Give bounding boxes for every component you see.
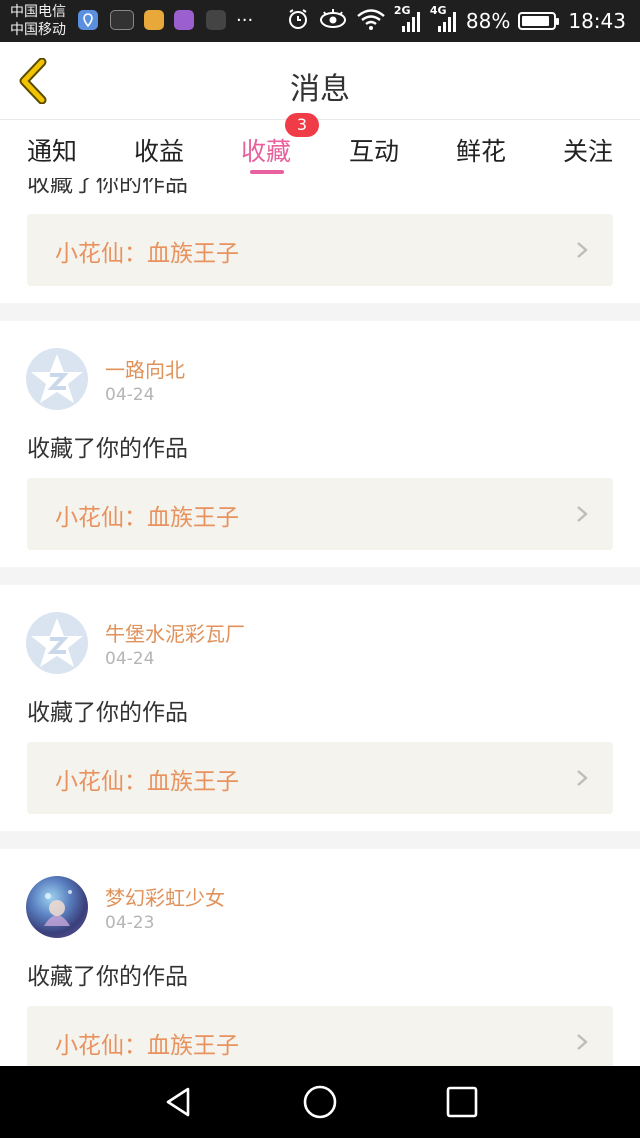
tab-favorites[interactable]: 收藏 <box>226 132 306 168</box>
message-date: 04-24 <box>105 385 155 405</box>
system-navigation-bar <box>0 1066 640 1138</box>
alarm-icon <box>286 7 310 36</box>
photo-app-icon <box>206 10 226 30</box>
username[interactable]: 牛堡水泥彩瓦厂 <box>105 618 245 647</box>
chevron-right-icon <box>577 506 588 522</box>
username[interactable]: 梦幻彩虹少女 <box>105 882 225 911</box>
chevron-right-icon <box>577 242 588 258</box>
message-date: 04-23 <box>105 913 155 933</box>
battery-percent: 88% <box>465 9 511 33</box>
tab-notifications[interactable]: 通知 <box>12 132 92 168</box>
status-bar: 中国电信 中国移动 ··· 2G 4G 88% 18:43 <box>0 0 640 42</box>
message-card: 收藏了你的作品 小花仙：血族王子 <box>0 178 640 303</box>
square-recents-icon <box>446 1086 478 1118</box>
message-date: 04-24 <box>105 649 155 669</box>
page-title: 消息 <box>290 72 350 107</box>
message-action: 收藏了你的作品 <box>27 436 188 462</box>
chevron-right-icon <box>577 770 588 786</box>
location-app-icon <box>78 10 98 30</box>
circle-home-icon <box>303 1085 337 1119</box>
favorites-badge: 3 <box>285 113 319 137</box>
battery-fill <box>522 16 549 26</box>
work-title: 小花仙：血族王子 <box>55 505 239 531</box>
triangle-back-icon <box>166 1087 190 1117</box>
work-title: 小花仙：血族王子 <box>55 769 239 795</box>
work-link[interactable]: 小花仙：血族王子 <box>27 1006 613 1066</box>
work-title: 小花仙：血族王子 <box>55 241 239 267</box>
message-action: 收藏了你的作品 <box>27 178 188 197</box>
carrier-2: 中国移动 <box>10 22 66 38</box>
system-home-button[interactable] <box>302 1084 338 1124</box>
message-action: 收藏了你的作品 <box>27 700 188 726</box>
star-avatar-icon <box>31 354 83 403</box>
photo-avatar[interactable] <box>26 876 88 938</box>
message-card: 梦幻彩虹少女 04-23 收藏了你的作品 小花仙：血族王子 <box>0 849 640 1066</box>
carrier-1: 中国电信 <box>10 4 66 20</box>
default-avatar[interactable] <box>26 348 88 410</box>
navigation-bar: 消息 <box>0 42 640 120</box>
star-avatar-icon <box>31 618 83 667</box>
work-title: 小花仙：血族王子 <box>55 1033 239 1059</box>
work-link[interactable]: 小花仙：血族王子 <box>27 742 613 814</box>
system-recents-button[interactable] <box>444 1084 480 1124</box>
file-app-icon <box>144 10 164 30</box>
signal-2g-icon: 2G <box>394 4 422 34</box>
message-card: 一路向北 04-24 收藏了你的作品 小花仙：血族王子 <box>0 321 640 567</box>
camera-app-icon <box>110 10 134 30</box>
message-feed[interactable]: 收藏了你的作品 小花仙：血族王子 一路向北 04-24 收藏了你的作品 小花仙：… <box>0 178 640 1066</box>
gallery-app-icon <box>174 10 194 30</box>
tab-earnings[interactable]: 收益 <box>119 132 199 168</box>
work-link[interactable]: 小花仙：血族王子 <box>27 214 613 286</box>
carrier-info: 中国电信 中国移动 <box>10 3 66 39</box>
message-card: 牛堡水泥彩瓦厂 04-24 收藏了你的作品 小花仙：血族王子 <box>0 585 640 831</box>
signal-4g-icon: 4G <box>430 4 458 34</box>
system-back-button[interactable] <box>160 1084 196 1124</box>
default-avatar[interactable] <box>26 612 88 674</box>
more-notifications-icon: ··· <box>236 10 254 31</box>
chevron-right-icon <box>577 1034 588 1050</box>
message-action: 收藏了你的作品 <box>27 964 188 990</box>
active-tab-indicator <box>250 170 284 174</box>
tab-interactions[interactable]: 互动 <box>334 132 414 168</box>
work-link[interactable]: 小花仙：血族王子 <box>27 478 613 550</box>
tab-following[interactable]: 关注 <box>548 132 628 168</box>
wifi-icon <box>356 7 386 36</box>
anime-girl-avatar-icon <box>44 890 72 926</box>
eye-icon <box>318 7 348 36</box>
clock: 18:43 <box>568 9 626 33</box>
tab-bar: 通知 收益 收藏 互动 鲜花 关注 <box>0 120 640 178</box>
battery-icon <box>518 12 560 30</box>
username[interactable]: 一路向北 <box>105 354 185 383</box>
tab-flowers[interactable]: 鲜花 <box>441 132 521 168</box>
